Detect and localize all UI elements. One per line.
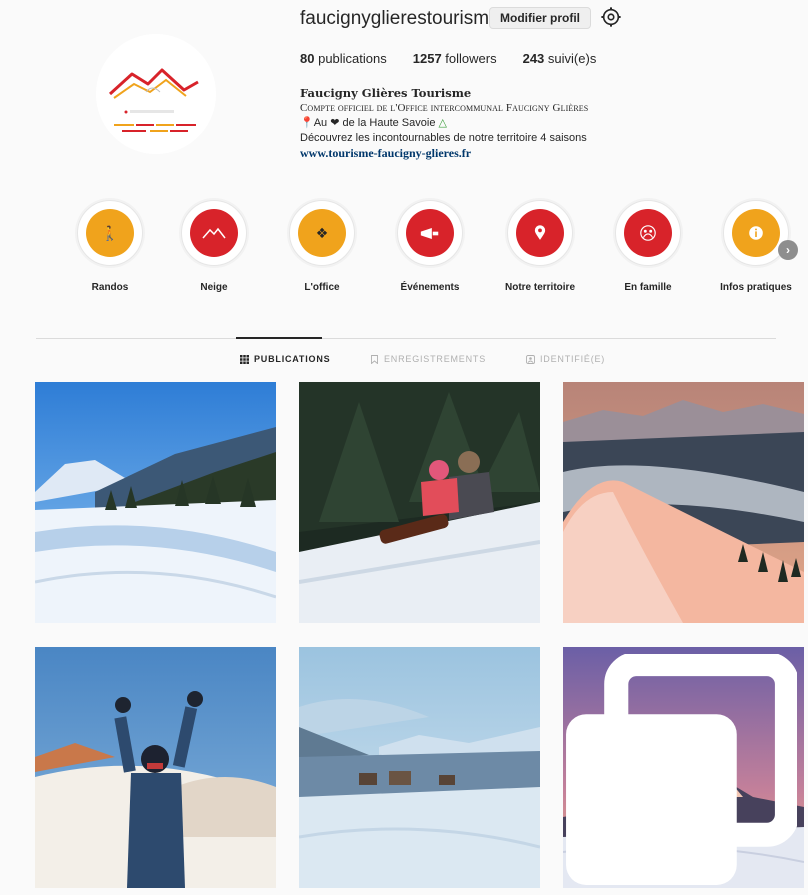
settings-gear-icon[interactable] [600,6,622,28]
edit-profile-button[interactable]: Modifier profil [489,7,591,29]
story-highlights: 🚶 Randos Neige ❖ L'office Événements Not… [60,200,808,310]
profile-bio: Faucigny Glières Tourisme Compte officie… [300,86,660,161]
highlight-evenements[interactable]: Événements [380,200,480,293]
mountain-emoji-icon: △ [438,117,447,129]
profile-header: faucignyglierestourisme Modifier profil … [0,0,808,190]
location-pin-icon [516,209,564,257]
hiking-icon: 🚶 [86,209,134,257]
highlight-notre-territoire[interactable]: Notre territoire [490,200,590,293]
posts-count: 80 [300,51,315,66]
highlight-randos[interactable]: 🚶 Randos [60,200,160,293]
post-thumbnail[interactable] [299,647,540,888]
info-icon [732,209,780,257]
post-thumbnail[interactable] [563,647,804,888]
child-in-snow-photo-icon [35,647,276,888]
snowy-valley-photo-icon [35,382,276,623]
highlight-label: Événements [400,282,460,293]
highlight-label: L'office [304,282,340,293]
faucigny-glieres-logo-icon [96,34,216,154]
megaphone-icon [406,209,454,257]
active-tab-indicator [236,337,322,339]
profile-website-link[interactable]: www.tourisme-faucigny-glieres.fr [300,146,660,161]
highlight-neige[interactable]: Neige [164,200,264,293]
tab-enregistrements[interactable]: ENREGISTREMENTS [370,354,486,364]
family-icon [624,209,672,257]
following-label: suivi(e)s [547,51,597,66]
avatar[interactable] [96,34,216,154]
puzzle-icon: ❖ [298,209,346,257]
highlights-next-chevron-icon[interactable]: › [778,240,798,260]
profile-category: Compte officiel de l'Office intercommuna… [300,102,589,114]
highlight-office[interactable]: ❖ L'office [272,200,372,293]
tabs-divider [36,338,776,339]
followers-stat[interactable]: 1257 followers [413,51,497,66]
snowy-village-photo-icon [299,647,540,888]
followers-label: followers [445,51,497,66]
sunset-ridge-photo-icon [563,382,804,623]
bookmark-icon [371,354,378,364]
tab-identifie[interactable]: IDENTIFIÉ(E) [526,354,605,364]
multiple-images-icon [566,654,797,885]
highlight-label: Neige [200,282,228,293]
posts-stat[interactable]: 80 publications [300,51,387,66]
tab-publications[interactable]: PUBLICATIONS [240,354,330,364]
tag-icon [526,354,535,364]
bio-line-1: 📍Au ❤ de la Haute Savoie △ [300,117,447,129]
post-thumbnail[interactable] [35,382,276,623]
profile-stats: 80 publications 1257 followers 243 suivi… [300,51,622,66]
highlight-label: Infos pratiques [720,282,792,293]
highlight-label: Randos [91,282,129,293]
profile-username: faucignyglierestourisme [300,8,500,29]
highlight-en-famille[interactable]: En famille [598,200,698,293]
post-thumbnail[interactable] [35,647,276,888]
mountain-icon [190,209,238,257]
post-thumbnail[interactable] [299,382,540,623]
sledding-children-photo-icon [299,382,540,623]
grid-icon [240,354,249,364]
pin-icon: 📍 [300,117,314,129]
followers-count: 1257 [412,51,442,66]
posts-label: publications [318,51,387,66]
following-stat[interactable]: 243 suivi(e)s [523,51,597,66]
following-count: 243 [522,51,545,66]
bio-line-2: Découvrez les incontournables de notre t… [300,132,587,144]
highlight-label: En famille [624,282,672,293]
profile-tabs: PUBLICATIONS ENREGISTREMENTS IDENTIFIÉ(E… [0,354,808,370]
post-thumbnail[interactable] [563,382,804,623]
highlight-label: Notre territoire [504,282,575,293]
profile-full-name: Faucigny Glières Tourisme [300,86,472,100]
